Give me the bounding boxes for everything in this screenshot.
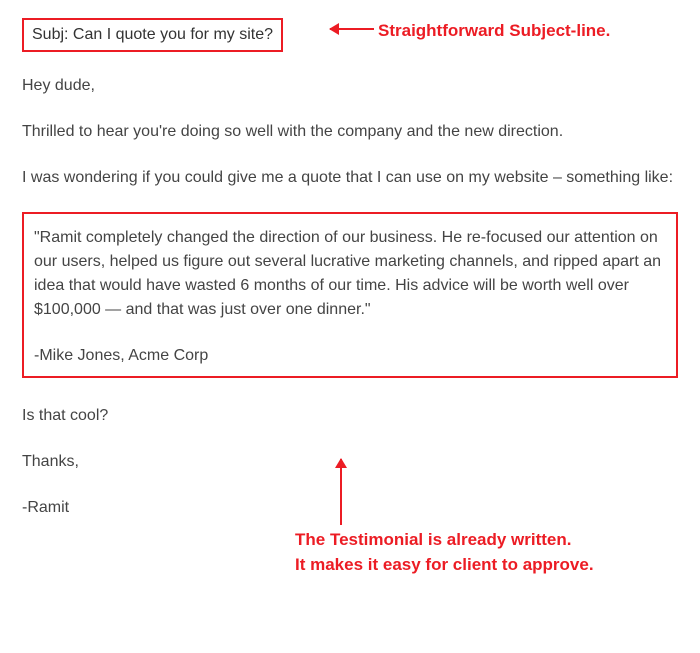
signature: -Ramit (22, 496, 678, 520)
annotation-testimonial-line1: The Testimonial is already written. (295, 530, 571, 549)
testimonial-quote: "Ramit completely changed the direction … (34, 226, 666, 322)
closing: Thanks, (22, 450, 678, 474)
body-paragraph-1: Thrilled to hear you're doing so well wi… (22, 120, 678, 144)
annotation-subject: Straightforward Subject-line. (378, 18, 610, 44)
annotation-testimonial: The Testimonial is already written. It m… (295, 528, 594, 577)
body-paragraph-2: I was wondering if you could give me a q… (22, 166, 678, 190)
arrow-to-testimonial-icon (340, 459, 342, 525)
greeting: Hey dude, (22, 74, 678, 98)
subject-line-box: Subj: Can I quote you for my site? (22, 18, 283, 52)
body-paragraph-3: Is that cool? (22, 404, 678, 428)
subject-text: Subj: Can I quote you for my site? (32, 26, 273, 43)
testimonial-attribution: -Mike Jones, Acme Corp (34, 344, 666, 368)
annotation-testimonial-line2: It makes it easy for client to approve. (295, 555, 594, 574)
testimonial-box: "Ramit completely changed the direction … (22, 212, 678, 378)
arrow-to-subject-icon (330, 28, 374, 30)
